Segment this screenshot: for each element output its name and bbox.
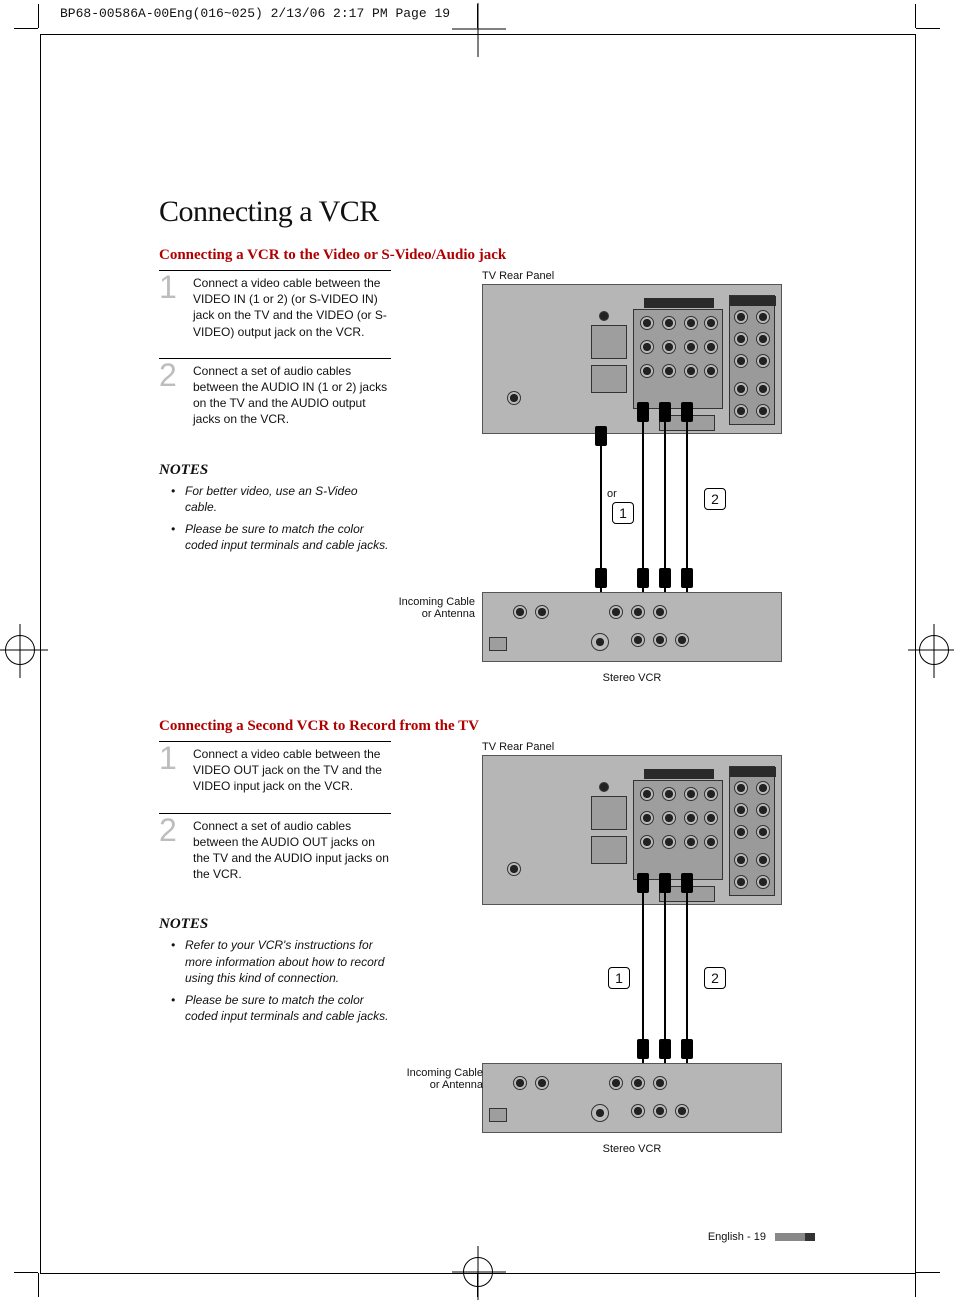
- hdmi-block: [591, 325, 627, 359]
- rca-plug-icon: [681, 568, 693, 588]
- notes-list: For better video, use an S-Video cable. …: [159, 483, 391, 554]
- rca-plug-icon: [681, 1039, 693, 1059]
- stereo-vcr-caption: Stereo VCR: [482, 1143, 782, 1155]
- step-number: 2: [159, 816, 183, 883]
- rca-plug-icon: [637, 568, 649, 588]
- section1-right: TV Rear Panel: [407, 270, 815, 684]
- footer-bar-icon: [775, 1233, 815, 1241]
- step-number: 1: [159, 273, 183, 340]
- tv-rear-panel-caption: TV Rear Panel: [482, 270, 815, 282]
- page-footer: English - 19: [708, 1231, 815, 1243]
- page-number-label: English - 19: [708, 1231, 766, 1243]
- av-in-block: [633, 780, 723, 880]
- section2-right: TV Rear Panel: [407, 741, 815, 1155]
- crop-mark: [916, 1272, 940, 1273]
- step-text: Connect a set of audio cables between th…: [193, 363, 391, 428]
- component-in-block: [729, 766, 775, 896]
- crop-mark: [38, 1273, 39, 1297]
- vcr-panel-icon: [482, 592, 782, 662]
- section1-columns: 1 Connect a video cable between the VIDE…: [159, 270, 815, 684]
- crop-mark: [915, 4, 916, 28]
- vcr-panel-icon: [482, 1063, 782, 1133]
- section1-left: 1 Connect a video cable between the VIDE…: [159, 270, 391, 684]
- notes-list: Refer to your VCR's instructions for mor…: [159, 937, 391, 1024]
- crop-mark: [38, 4, 39, 28]
- connection-diagram-1: 1 2 Stereo VCR: [482, 284, 782, 684]
- or-label: or: [607, 488, 617, 500]
- rca-plug-icon: [681, 402, 693, 422]
- step-number: 1: [159, 744, 183, 795]
- rca-plug-icon: [659, 402, 671, 422]
- s-video-plug-icon: [595, 426, 607, 446]
- callout-1: 1: [608, 967, 630, 989]
- callout-2: 2: [704, 488, 726, 510]
- rca-plug-icon: [681, 873, 693, 893]
- section2-step2: 2 Connect a set of audio cables between …: [159, 813, 391, 883]
- callout-1: 1: [612, 502, 634, 524]
- section1-step1: 1 Connect a video cable between the VIDE…: [159, 270, 391, 340]
- tv-rear-panel-icon: [482, 284, 782, 434]
- crop-mark: [14, 28, 38, 29]
- dvi-block: [591, 365, 627, 393]
- crop-mark: [916, 28, 940, 29]
- stereo-vcr-caption: Stereo VCR: [482, 672, 782, 684]
- rca-plug-icon: [637, 402, 649, 422]
- page-content: Connecting a VCR Connecting a VCR to the…: [40, 34, 916, 1274]
- step-text: Connect a video cable between the VIDEO …: [193, 275, 391, 340]
- hdmi-block: [591, 796, 627, 830]
- rca-plug-icon: [659, 568, 671, 588]
- callout-2: 2: [704, 967, 726, 989]
- step-text: Connect a video cable between the VIDEO …: [193, 746, 391, 795]
- tv-rear-panel-caption: TV Rear Panel: [482, 741, 815, 753]
- print-header: BP68-00586A-00Eng(016~025) 2/13/06 2:17 …: [60, 6, 450, 21]
- section1-heading: Connecting a VCR to the Video or S-Video…: [159, 247, 815, 264]
- incoming-antenna-label: Incoming Cable or Antenna: [405, 1067, 483, 1091]
- rca-plug-icon: [637, 1039, 649, 1059]
- section2-step1: 1 Connect a video cable between the VIDE…: [159, 741, 391, 795]
- rca-plug-icon: [659, 873, 671, 893]
- section2: Connecting a Second VCR to Record from t…: [159, 718, 815, 1155]
- step-number: 2: [159, 361, 183, 428]
- section2-columns: 1 Connect a video cable between the VIDE…: [159, 741, 815, 1155]
- crop-mark: [915, 1273, 916, 1297]
- note-item: For better video, use an S-Video cable.: [185, 483, 391, 515]
- section2-heading: Connecting a Second VCR to Record from t…: [159, 718, 815, 735]
- note-item: Refer to your VCR's instructions for mor…: [185, 937, 391, 986]
- notes-heading: NOTES: [159, 462, 391, 479]
- connection-diagram-2: 1 2 Stereo VCR: [482, 755, 782, 1155]
- note-item: Please be sure to match the color coded …: [185, 521, 391, 553]
- section1-step2: 2 Connect a set of audio cables between …: [159, 358, 391, 428]
- rca-plug-icon: [637, 873, 649, 893]
- step-text: Connect a set of audio cables between th…: [193, 818, 391, 883]
- component-in-block: [729, 295, 775, 425]
- dvi-block: [591, 836, 627, 864]
- crop-mark: [14, 1272, 38, 1273]
- s-video-plug-icon: [595, 568, 607, 588]
- rca-plug-icon: [659, 1039, 671, 1059]
- incoming-antenna-label: Incoming Cable or Antenna: [397, 596, 475, 620]
- av-in-block: [633, 309, 723, 409]
- notes-heading: NOTES: [159, 916, 391, 933]
- registration-mark-icon: [919, 635, 949, 665]
- registration-mark-icon: [5, 635, 35, 665]
- tv-rear-panel-icon: [482, 755, 782, 905]
- section2-left: 1 Connect a video cable between the VIDE…: [159, 741, 391, 1155]
- note-item: Please be sure to match the color coded …: [185, 992, 391, 1024]
- page-title: Connecting a VCR: [159, 195, 815, 229]
